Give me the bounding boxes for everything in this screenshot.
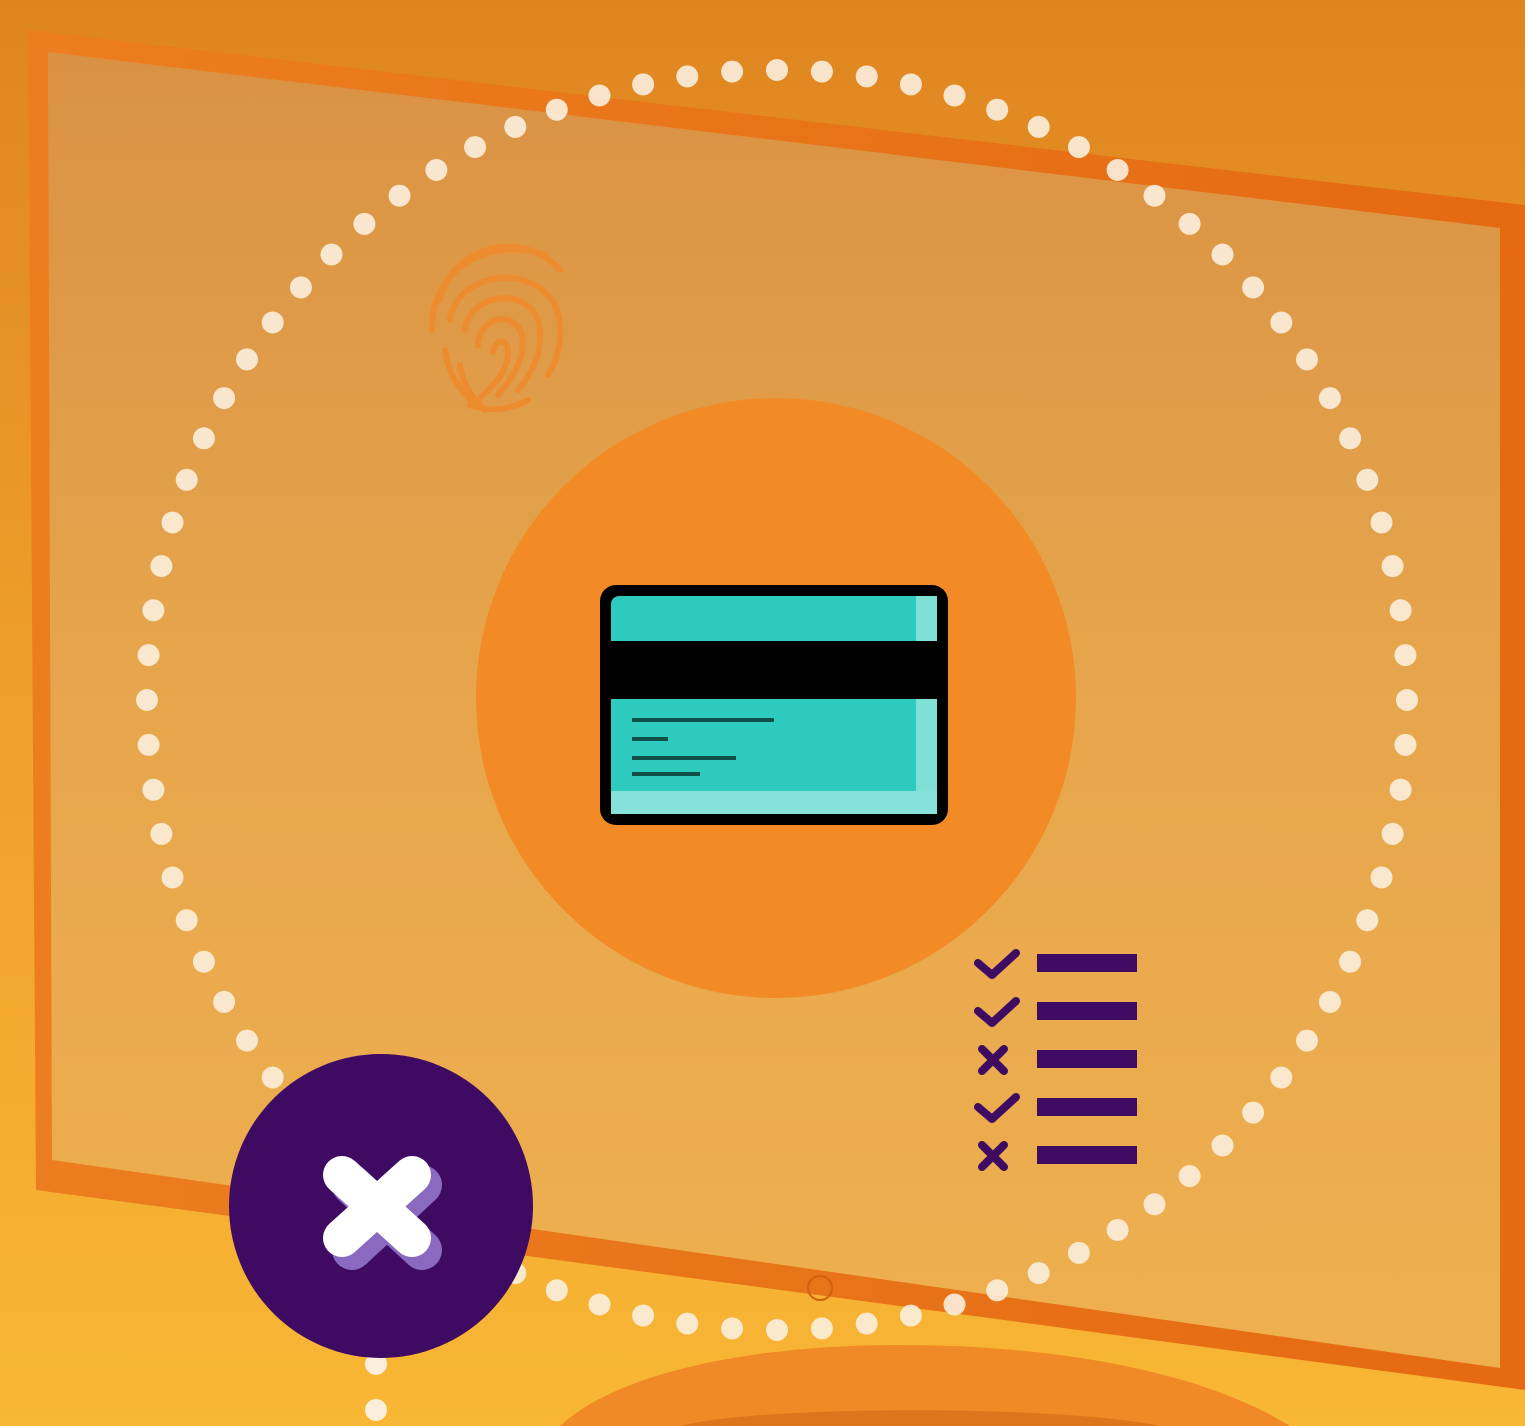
ring-dot — [365, 1399, 387, 1421]
ring-dot — [136, 689, 158, 711]
ring-dot — [1211, 243, 1234, 266]
ring-dot — [464, 136, 487, 159]
ring-dot — [1370, 866, 1393, 889]
ring-dot — [1296, 348, 1318, 371]
ring-dot — [1396, 689, 1418, 711]
ring-dot — [1067, 136, 1090, 159]
ring-dot — [632, 73, 655, 96]
ring-dot — [943, 1293, 966, 1316]
ring-dot — [1067, 1241, 1090, 1264]
ring-dot — [1143, 184, 1166, 207]
ring-dot — [1356, 909, 1379, 932]
ring-dot — [986, 1279, 1009, 1302]
ring-dot — [175, 468, 198, 491]
ring-dot — [1178, 212, 1201, 235]
ring-dot — [676, 1312, 699, 1335]
ring-dot — [1339, 950, 1362, 973]
ring-dot — [1270, 311, 1293, 334]
ring-dot — [142, 778, 165, 801]
scene-illustration — [0, 0, 1525, 1426]
ring-dot — [261, 311, 284, 334]
ring-dot — [588, 1293, 611, 1316]
ring-dot — [1381, 555, 1404, 578]
ring-dot — [810, 60, 833, 83]
ring-dot — [142, 599, 165, 622]
close-icon — [323, 1156, 442, 1270]
checklist-line — [1037, 1050, 1137, 1068]
ring-dot — [1389, 778, 1412, 801]
ring-dot — [1394, 733, 1417, 756]
ring-dot — [192, 427, 215, 450]
ring-dot — [855, 1312, 878, 1335]
ring-dot — [545, 1279, 568, 1302]
ring-dot — [766, 1319, 788, 1341]
ring-dot — [192, 950, 215, 973]
ring-dot — [721, 1317, 744, 1340]
ring-dot — [1339, 427, 1362, 450]
ring-dot — [137, 733, 160, 756]
ring-dot — [632, 1304, 655, 1327]
ring-dot — [676, 65, 699, 88]
ring-dot — [899, 73, 922, 96]
ring-dot — [137, 644, 160, 667]
ring-dot — [1027, 115, 1050, 138]
ring-dot — [1394, 644, 1417, 667]
ring-dot — [504, 115, 527, 138]
checklist-line — [1037, 1098, 1137, 1116]
checklist-line — [1037, 954, 1137, 972]
ring-dot — [150, 555, 173, 578]
checklist-line — [1037, 1146, 1137, 1164]
ring-dot — [353, 212, 376, 235]
ring-dot — [175, 909, 198, 932]
ring-dot — [1389, 599, 1412, 622]
ring-dot — [213, 387, 236, 410]
ring-dot — [1106, 159, 1129, 181]
ring-dot — [1242, 1101, 1265, 1124]
ring-dot — [588, 84, 611, 107]
ring-dot — [236, 348, 258, 371]
ring-dot — [1211, 1134, 1234, 1157]
ring-dot — [810, 1317, 833, 1340]
ring-dot — [1318, 990, 1341, 1013]
ring-dot — [150, 822, 173, 845]
ring-dot — [545, 98, 568, 121]
ring-dot — [320, 243, 343, 266]
ring-dot — [766, 59, 788, 81]
ring-dot — [236, 1029, 258, 1052]
ring-dot — [289, 276, 312, 299]
ring-dot — [721, 60, 744, 83]
ring-dot — [161, 866, 184, 889]
ring-dot — [986, 98, 1009, 121]
ring-dot — [1106, 1219, 1129, 1241]
ring-dot — [855, 65, 878, 88]
ring-dot — [1318, 387, 1341, 410]
ring-dot — [1242, 276, 1265, 299]
ring-dot — [425, 159, 448, 181]
ring-dot — [261, 1066, 284, 1089]
ring-dot — [1356, 468, 1379, 491]
ring-dot — [213, 990, 236, 1013]
ring-dot — [943, 84, 966, 107]
checklist-line — [1037, 1002, 1137, 1020]
ring-dot — [1270, 1066, 1293, 1089]
ring-dot — [1027, 1262, 1050, 1285]
ring-dot — [1178, 1165, 1201, 1188]
credit-card-icon — [600, 585, 948, 825]
ring-dot — [1381, 822, 1404, 845]
ring-dot — [1296, 1029, 1318, 1052]
ring-dot — [1370, 511, 1393, 534]
ring-dot — [899, 1304, 922, 1327]
ring-dot — [1143, 1193, 1166, 1216]
ring-dot — [161, 511, 184, 534]
close-button[interactable] — [229, 1054, 533, 1358]
ring-dot — [388, 184, 411, 207]
